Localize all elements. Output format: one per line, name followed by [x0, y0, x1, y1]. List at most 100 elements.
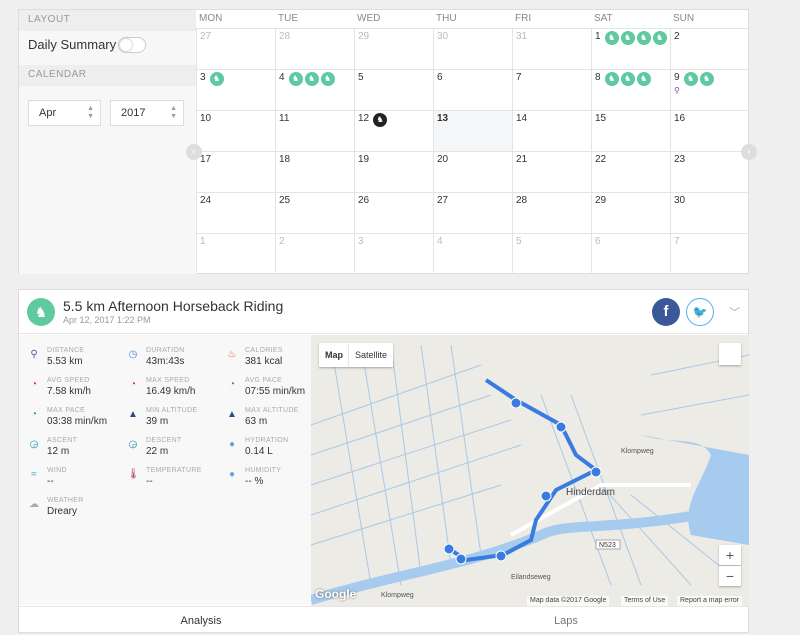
calendar-day[interactable]: 2 [670, 28, 749, 69]
descent-icon: ◶ [128, 439, 138, 450]
stat-value: 43m:43s [146, 356, 185, 367]
calendar-day[interactable]: 4 [433, 233, 512, 274]
horseback-riding-icon[interactable]: ♞ [373, 113, 388, 127]
calendar-day[interactable]: 28 [512, 192, 591, 233]
horseback-riding-icon[interactable]: ♞ [620, 72, 635, 86]
day-number: 26 [358, 195, 370, 206]
calendar-day[interactable]: 28 [275, 28, 354, 69]
map-type-button[interactable]: Map [319, 343, 349, 367]
calendar-day[interactable]: 19 [354, 151, 433, 192]
stat-label: HYDRATION [245, 437, 289, 444]
calendar-day[interactable]: 1 ♞ ♞ ♞ ♞ [591, 28, 670, 69]
stat-value: 381 kcal [245, 356, 283, 367]
horseback-riding-icon[interactable]: ♞ [652, 31, 667, 45]
fullscreen-icon[interactable] [719, 343, 741, 365]
calendar-day[interactable]: 22 [591, 151, 670, 192]
calendar-day[interactable]: 9 ♞ ♞ ⚲ [670, 69, 749, 110]
water-drops-icon: ● [228, 439, 236, 450]
horseback-riding-icon[interactable]: ♞ [304, 72, 319, 86]
flame-icon: ♨ [227, 349, 237, 360]
calendar-day[interactable]: 14 [512, 110, 591, 151]
horseback-riding-icon[interactable]: ♞ [636, 72, 651, 86]
report-error-link[interactable]: Report a map error [677, 596, 743, 606]
stat-label: WEATHER [47, 497, 84, 504]
terms-link[interactable]: Terms of Use [621, 596, 669, 606]
calendar-day[interactable]: 3 ♞ [196, 69, 275, 110]
calendar-day[interactable]: 7 [670, 233, 749, 274]
horseback-riding-icon[interactable]: ♞ [636, 31, 651, 45]
calendar-day[interactable]: 15 [591, 110, 670, 151]
horseback-riding-icon[interactable]: ♞ [699, 72, 714, 86]
pace-icon: ◔ [30, 409, 38, 420]
calendar-day[interactable]: 23 [670, 151, 749, 192]
prev-month-arrow-icon[interactable]: ‹ [186, 144, 202, 160]
calendar-day[interactable]: 24 [196, 192, 275, 233]
zoom-out-button[interactable]: − [719, 566, 741, 586]
day-number: 15 [595, 113, 607, 124]
stat-value: 39 m [146, 416, 169, 427]
calendar-day[interactable]: 20 [433, 151, 512, 192]
ascent-icon: ◶ [29, 439, 39, 450]
calendar-day[interactable]: 21 [512, 151, 591, 192]
calendar-day[interactable]: 12 ♞ [354, 110, 433, 151]
horseback-riding-icon[interactable]: ♞ [604, 72, 619, 86]
stat-label: AVG SPEED [47, 377, 90, 384]
horseback-riding-icon[interactable]: ♞ [604, 31, 619, 45]
year-select[interactable]: 2017 ▲ ▼ [110, 100, 184, 126]
calendar-day[interactable]: 17 [196, 151, 275, 192]
calendar-day[interactable]: 30 [433, 28, 512, 69]
calendar-day[interactable]: 3 [354, 233, 433, 274]
day-number: 25 [279, 195, 291, 206]
month-select[interactable]: Apr ▲ ▼ [28, 100, 101, 126]
calendar-day[interactable]: 27 [433, 192, 512, 233]
calendar-day[interactable]: 2 [275, 233, 354, 274]
horseback-riding-icon[interactable]: ♞ [620, 31, 635, 45]
calendar-day[interactable]: 29 [354, 28, 433, 69]
calendar-day[interactable]: 6 [591, 233, 670, 274]
calendar-day[interactable]: 10 [196, 110, 275, 151]
calendar-day[interactable]: 7 [512, 69, 591, 110]
stopwatch-icon: ◷ [128, 349, 138, 360]
day-number: 19 [358, 154, 370, 165]
calendar-day[interactable]: 13 [433, 110, 512, 151]
daily-summary-toggle[interactable] [118, 37, 146, 53]
day-number: 24 [200, 195, 212, 206]
tab-analysis[interactable]: Analysis [19, 607, 383, 635]
calendar-day[interactable]: 18 [275, 151, 354, 192]
calendar-day[interactable]: 1 [196, 233, 275, 274]
stat-label: HUMIDITY [245, 467, 282, 474]
calendar-day[interactable]: 5 [512, 233, 591, 274]
day-number: 23 [674, 154, 686, 165]
calendar-day[interactable]: 30 [670, 192, 749, 233]
stat-label: DURATION [146, 347, 185, 354]
calendar-day[interactable]: 25 [275, 192, 354, 233]
horseback-riding-icon[interactable]: ♞ [683, 72, 698, 86]
route-map[interactable]: Hinderdam N523 Eilandseweg Klompweg Klom… [311, 335, 749, 606]
satellite-type-button[interactable]: Satellite [349, 343, 394, 367]
place-label: Hinderdam [566, 487, 615, 498]
day-number: 1 [200, 236, 206, 247]
horseback-riding-icon[interactable]: ♞ [320, 72, 335, 86]
horseback-riding-icon[interactable]: ♞ [288, 72, 303, 86]
horseback-riding-icon[interactable]: ♞ [209, 72, 224, 86]
twitter-share-button[interactable]: 🐦 [686, 298, 714, 326]
calendar-day[interactable]: 29 [591, 192, 670, 233]
mountain-icon: ▲ [227, 409, 237, 420]
calendar-day[interactable]: 6 [433, 69, 512, 110]
calendar-day[interactable]: 16 [670, 110, 749, 151]
calendar-day[interactable]: 11 [275, 110, 354, 151]
calendar-day[interactable]: 26 [354, 192, 433, 233]
calendar-day[interactable]: 8 ♞ ♞ ♞ [591, 69, 670, 110]
facebook-share-button[interactable]: f [652, 298, 680, 326]
calendar-day[interactable]: 4 ♞ ♞ ♞ [275, 69, 354, 110]
zoom-in-button[interactable]: + [719, 545, 741, 565]
calendar-day[interactable]: 27 [196, 28, 275, 69]
chevron-down-icon[interactable]: ﹀ [729, 304, 740, 320]
weekday-header: WED [357, 13, 381, 24]
tab-laps[interactable]: Laps [384, 607, 748, 635]
calendar-day[interactable]: 5 [354, 69, 433, 110]
calendar-day[interactable]: 31 [512, 28, 591, 69]
next-month-arrow-icon[interactable]: › [741, 144, 757, 160]
road-label: N523 [599, 542, 616, 549]
layout-header: LAYOUT [19, 10, 196, 31]
